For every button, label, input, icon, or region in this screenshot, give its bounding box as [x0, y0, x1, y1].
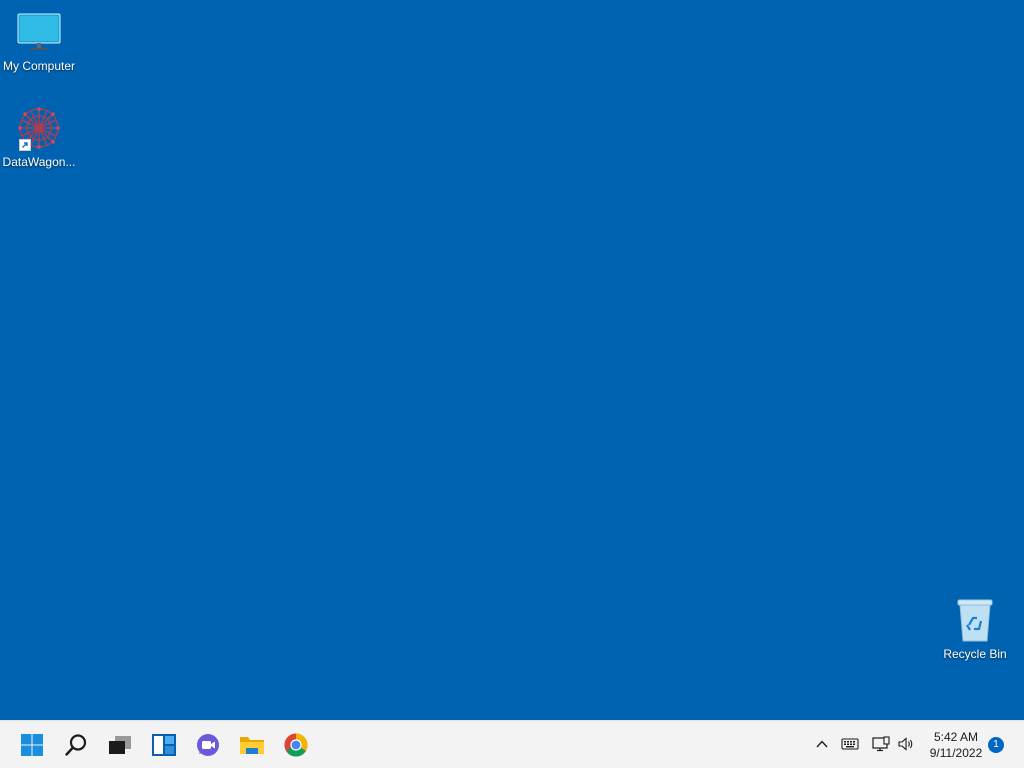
chat-button[interactable]	[188, 725, 228, 765]
desktop-icon-datawagon[interactable]: DataWagon...	[0, 104, 78, 169]
chrome-button[interactable]	[276, 725, 316, 765]
task-view-button[interactable]	[100, 725, 140, 765]
desktop-icon-label: Recycle Bin	[943, 647, 1007, 661]
taskbar: 5:42 AM 9/11/2022 1	[0, 720, 1024, 768]
clock-date: 9/11/2022	[929, 746, 983, 760]
shortcut-arrow-icon	[19, 139, 31, 151]
desktop-background[interactable]: My Computer DataWagon... Recycle Bin	[0, 0, 1024, 720]
network-button[interactable]	[870, 733, 892, 755]
desktop-icon-label: DataWagon...	[2, 155, 76, 169]
chat-icon	[197, 734, 219, 756]
chrome-icon	[284, 733, 308, 757]
recycle-bin-icon	[951, 596, 999, 644]
desktop-icon-recycle-bin[interactable]: Recycle Bin	[936, 596, 1014, 661]
clock-time: 5:42 AM	[933, 730, 979, 744]
windows-start-icon	[21, 734, 43, 756]
input-indicator-button[interactable]	[839, 733, 861, 755]
folder-icon	[240, 737, 264, 754]
widgets-button[interactable]	[144, 725, 184, 765]
search-button[interactable]	[56, 725, 96, 765]
monitor-icon	[15, 8, 63, 56]
volume-icon	[898, 737, 913, 751]
show-hidden-icons-button[interactable]	[811, 733, 833, 755]
file-explorer-button[interactable]	[232, 725, 272, 765]
desktop-icon-label: My Computer	[2, 59, 76, 73]
widgets-icon	[152, 734, 176, 756]
start-button[interactable]	[12, 725, 52, 765]
volume-button[interactable]	[895, 733, 917, 755]
task-view-icon	[109, 736, 131, 754]
keyboard-icon	[841, 738, 859, 750]
notification-badge[interactable]: 1	[988, 737, 1004, 753]
system-clock[interactable]: 5:42 AM 9/11/2022	[922, 729, 990, 761]
search-icon	[65, 734, 87, 756]
network-icon	[872, 736, 890, 752]
chevron-up-icon	[816, 740, 828, 748]
desktop-icon-my-computer[interactable]: My Computer	[0, 8, 78, 73]
datawagon-app-icon	[15, 104, 63, 152]
